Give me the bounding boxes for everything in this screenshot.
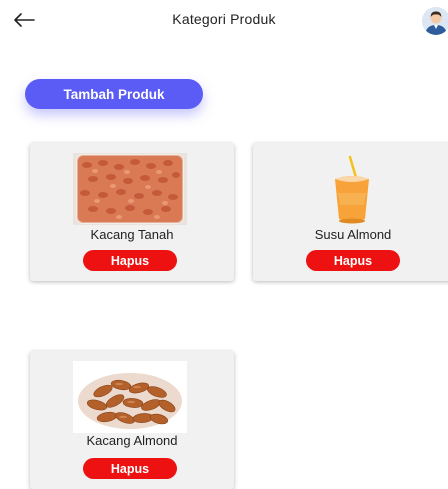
kacang-almond-image (73, 361, 187, 433)
avatar[interactable] (422, 7, 448, 35)
product-card-kacang-almond: Kacang Almond Hapus (30, 351, 234, 489)
kacang-tanah-image (73, 153, 187, 225)
product-name: Kacang Tanah (90, 227, 174, 242)
product-name: Susu Almond (314, 227, 392, 242)
user-avatar-icon (422, 7, 448, 35)
product-card-susu-almond: Susu Almond Hapus (253, 143, 448, 281)
product-name: Kacang Almond (86, 433, 178, 448)
page-title: Kategori Produk (172, 11, 276, 27)
product-card-kacang-tanah: Kacang Tanah Hapus (30, 143, 234, 281)
add-product-button[interactable]: Tambah Produk (25, 79, 203, 109)
app-header: Kategori Produk (0, 0, 448, 40)
delete-button[interactable]: Hapus (306, 250, 400, 271)
delete-button[interactable]: Hapus (83, 250, 177, 271)
delete-button[interactable]: Hapus (83, 458, 177, 479)
susu-almond-image (295, 153, 409, 225)
